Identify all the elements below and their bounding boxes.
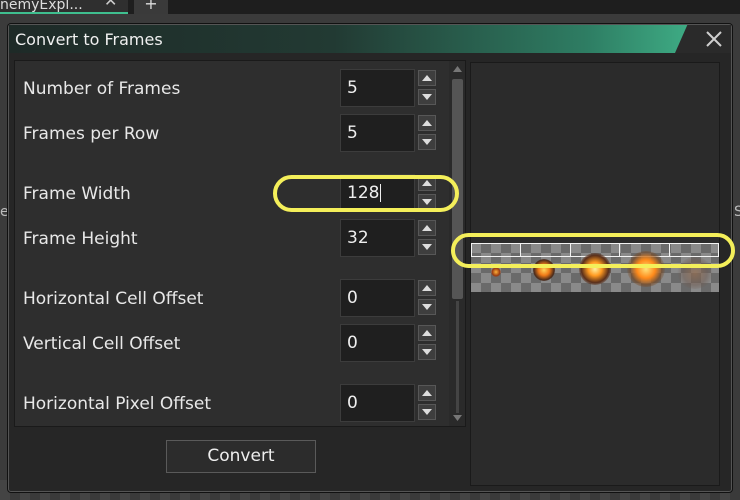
convert-to-frames-dialog: Convert to Frames Number of Frames 5 Fra… xyxy=(8,24,732,492)
explosion-frame-2 xyxy=(533,259,555,281)
dialog-title: Convert to Frames xyxy=(15,30,163,49)
background-right-text: S xyxy=(734,204,740,220)
vertical-cell-offset-label: Vertical Cell Offset xyxy=(23,334,181,354)
scroll-track xyxy=(456,301,459,413)
vertical-cell-offset-input[interactable]: 0 xyxy=(340,324,415,362)
frame-height-label: Frame Height xyxy=(23,229,138,249)
decrement-icon[interactable] xyxy=(418,194,436,210)
frame-width-spinner xyxy=(418,174,436,212)
increment-icon[interactable] xyxy=(418,220,436,236)
frame-width-value: 128 xyxy=(347,183,380,203)
editor-tab-bar: nemyExpl... ✕ + xyxy=(0,0,740,14)
frame-divider xyxy=(718,243,719,257)
frame-width-row: Frame Width 128 xyxy=(15,174,455,214)
increment-icon[interactable] xyxy=(418,175,436,191)
editor-tab[interactable]: nemyExpl... ✕ xyxy=(0,0,128,14)
horizontal-cell-offset-row: Horizontal Cell Offset 0 xyxy=(15,279,455,319)
scroll-thumb[interactable] xyxy=(452,79,463,299)
explosion-frame-1 xyxy=(491,267,501,277)
horizontal-pixel-offset-input[interactable]: 0 xyxy=(340,384,415,422)
close-icon[interactable] xyxy=(703,28,725,50)
increment-icon[interactable] xyxy=(418,280,436,296)
frames-per-row-input[interactable]: 5 xyxy=(340,114,415,152)
decrement-icon[interactable] xyxy=(418,344,436,360)
vertical-cell-offset-spinner xyxy=(418,324,436,362)
decrement-icon[interactable] xyxy=(418,239,436,255)
settings-panel: Number of Frames 5 Frames per Row 5 Fram… xyxy=(14,60,466,427)
settings-scrollbar[interactable] xyxy=(449,61,465,426)
frame-width-input[interactable]: 128 xyxy=(340,174,415,212)
editor-tab-label: nemyExpl... xyxy=(0,0,83,13)
decrement-icon[interactable] xyxy=(418,404,436,420)
add-tab-button[interactable]: + xyxy=(134,0,168,14)
horizontal-pixel-offset-label: Horizontal Pixel Offset xyxy=(23,394,212,414)
tab-close-icon[interactable]: ✕ xyxy=(104,0,117,9)
text-caret xyxy=(380,184,382,202)
increment-icon[interactable] xyxy=(418,115,436,131)
decrement-icon[interactable] xyxy=(418,89,436,105)
frame-height-input[interactable]: 32 xyxy=(340,219,415,257)
explosion-frame-4 xyxy=(627,251,665,287)
vertical-cell-offset-row: Vertical Cell Offset 0 xyxy=(15,324,455,364)
increment-icon[interactable] xyxy=(418,385,436,401)
horizontal-cell-offset-input[interactable]: 0 xyxy=(340,279,415,317)
frame-divider xyxy=(619,243,620,257)
decrement-icon[interactable] xyxy=(418,299,436,315)
explosion-frame-3 xyxy=(579,253,611,285)
increment-icon[interactable] xyxy=(418,70,436,86)
frame-divider xyxy=(471,243,472,257)
frames-per-row-label: Frames per Row xyxy=(23,124,160,144)
scroll-up-icon[interactable] xyxy=(452,64,463,74)
convert-button[interactable]: Convert xyxy=(166,440,316,473)
horizontal-cell-offset-spinner xyxy=(418,279,436,317)
frame-height-row: Frame Height 32 xyxy=(15,219,455,259)
increment-icon[interactable] xyxy=(418,325,436,341)
horizontal-pixel-offset-row: Horizontal Pixel Offset 0 xyxy=(15,384,455,424)
sprite-strip-image xyxy=(471,243,719,292)
frame-width-label: Frame Width xyxy=(23,184,131,204)
frame-grid-top xyxy=(471,243,719,244)
number-of-frames-row: Number of Frames 5 xyxy=(15,69,455,109)
decrement-icon[interactable] xyxy=(418,134,436,150)
frame-divider xyxy=(669,243,670,257)
horizontal-cell-offset-label: Horizontal Cell Offset xyxy=(23,289,204,309)
explosion-frame-5 xyxy=(677,257,713,289)
sprite-preview-panel xyxy=(470,62,720,486)
number-of-frames-input[interactable]: 5 xyxy=(340,69,415,107)
frames-per-row-spinner xyxy=(418,114,436,152)
scroll-down-icon[interactable] xyxy=(452,413,463,423)
number-of-frames-spinner xyxy=(418,69,436,107)
number-of-frames-label: Number of Frames xyxy=(23,79,181,99)
frame-divider xyxy=(570,243,571,257)
frames-per-row-row: Frames per Row 5 xyxy=(15,114,455,154)
frame-height-spinner xyxy=(418,219,436,257)
frame-divider xyxy=(520,243,521,257)
dialog-titlebar[interactable]: Convert to Frames xyxy=(9,25,731,53)
horizontal-pixel-offset-spinner xyxy=(418,384,436,422)
